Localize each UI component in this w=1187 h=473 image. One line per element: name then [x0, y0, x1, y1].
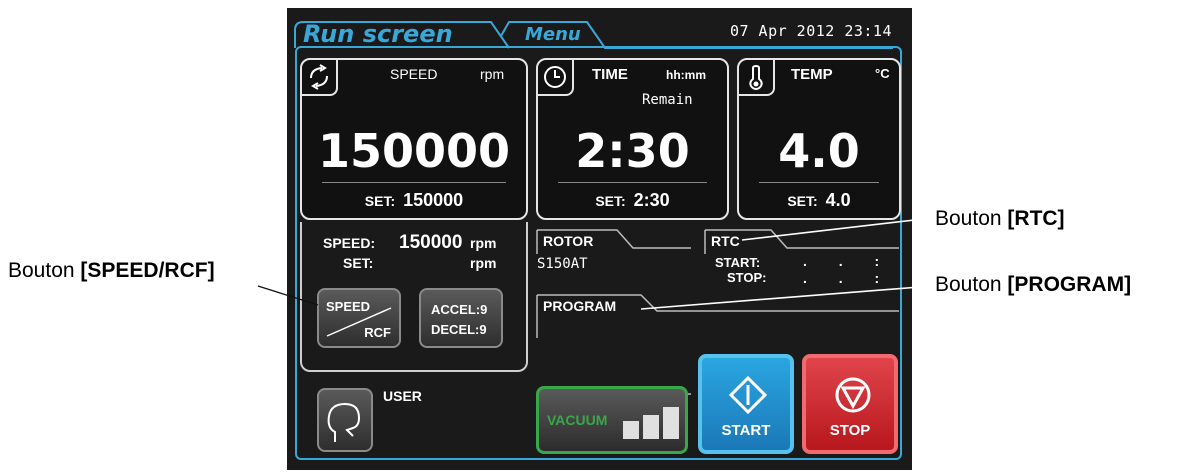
rotor-label: ROTOR	[543, 233, 594, 249]
rotor-value: S150AT	[537, 256, 588, 272]
user-label: USER	[383, 388, 422, 404]
user-profile-icon	[327, 402, 361, 442]
callout-speed-rcf: Bouton [SPEED/RCF]	[8, 259, 215, 282]
start-icon	[729, 376, 767, 414]
start-button[interactable]: START	[698, 354, 794, 454]
rtc-start-value: . . :	[803, 253, 894, 269]
callout-rtc: Bouton [RTC]	[935, 207, 1065, 230]
rtc-start-label: START:	[715, 255, 761, 270]
rtc-button[interactable]: RTC	[711, 233, 740, 249]
program-button[interactable]: PROGRAM	[543, 298, 616, 314]
callout-program: Bouton [PROGRAM]	[935, 273, 1132, 296]
vacuum-button[interactable]: VACUUM	[536, 386, 688, 454]
user-button[interactable]	[317, 388, 373, 452]
vacuum-level-icon	[623, 407, 679, 439]
stop-icon	[835, 377, 871, 413]
run-screen-display: Run screen Menu 07 Apr 2012 23:14 SPEED …	[287, 8, 912, 470]
rtc-stop-label: STOP:	[727, 270, 767, 285]
rtc-stop-value: . . :	[803, 270, 894, 286]
stop-button[interactable]: STOP	[802, 354, 898, 454]
